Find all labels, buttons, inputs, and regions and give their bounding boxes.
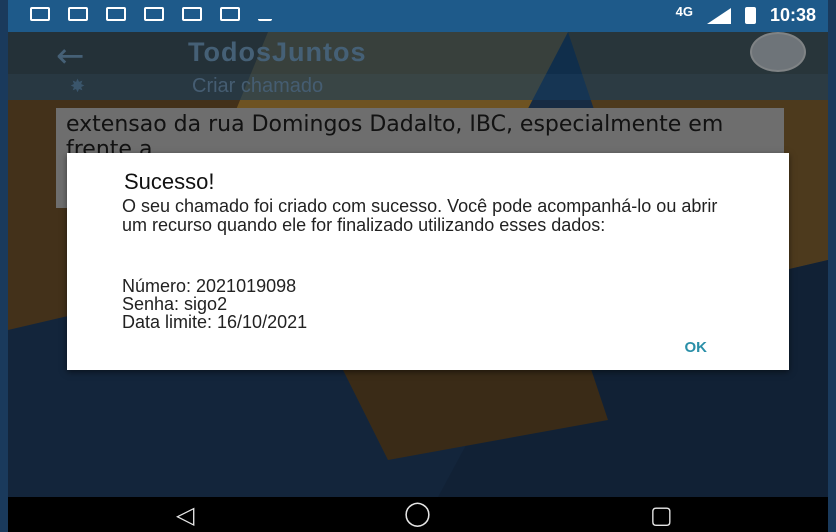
navigation-bar: ◁ ◯ ▢	[8, 497, 828, 532]
network-type: 4G	[675, 4, 693, 19]
ticket-number: Número: 2021019098	[122, 276, 297, 296]
sync-icon	[68, 7, 88, 21]
battery-icon	[744, 7, 756, 24]
success-dialog: Sucesso! O seu chamado foi criado com su…	[67, 153, 789, 370]
signal-icon	[706, 7, 731, 24]
home-nav-icon[interactable]: ◯	[404, 499, 431, 527]
ticket-deadline: Data limite: 16/10/2021	[122, 312, 308, 332]
dialog-message: O seu chamado foi criado com sucesso. Vo…	[122, 196, 718, 235]
back-nav-icon[interactable]: ◁	[176, 501, 194, 529]
screen-icon	[144, 7, 164, 21]
dialog-title: Sucesso!	[124, 169, 215, 194]
ticket-password: Senha: sigo2	[122, 294, 228, 314]
notification-icon	[30, 7, 50, 21]
ok-button[interactable]: OK	[685, 339, 708, 356]
image-icon	[106, 7, 126, 21]
download-icon	[258, 7, 272, 21]
recents-nav-icon[interactable]: ▢	[650, 501, 673, 529]
calendar-icon-2	[220, 7, 240, 21]
calendar-icon	[182, 7, 202, 21]
phone-screen: 4G 10:38 ← TodosJuntos ✸ Criar chamado e…	[8, 0, 828, 532]
dialog-details: Número: 2021019098 Senha: sigo2 Data lim…	[122, 277, 307, 331]
status-bar: 4G 10:38	[8, 0, 828, 32]
clock: 10:38	[769, 5, 816, 25]
